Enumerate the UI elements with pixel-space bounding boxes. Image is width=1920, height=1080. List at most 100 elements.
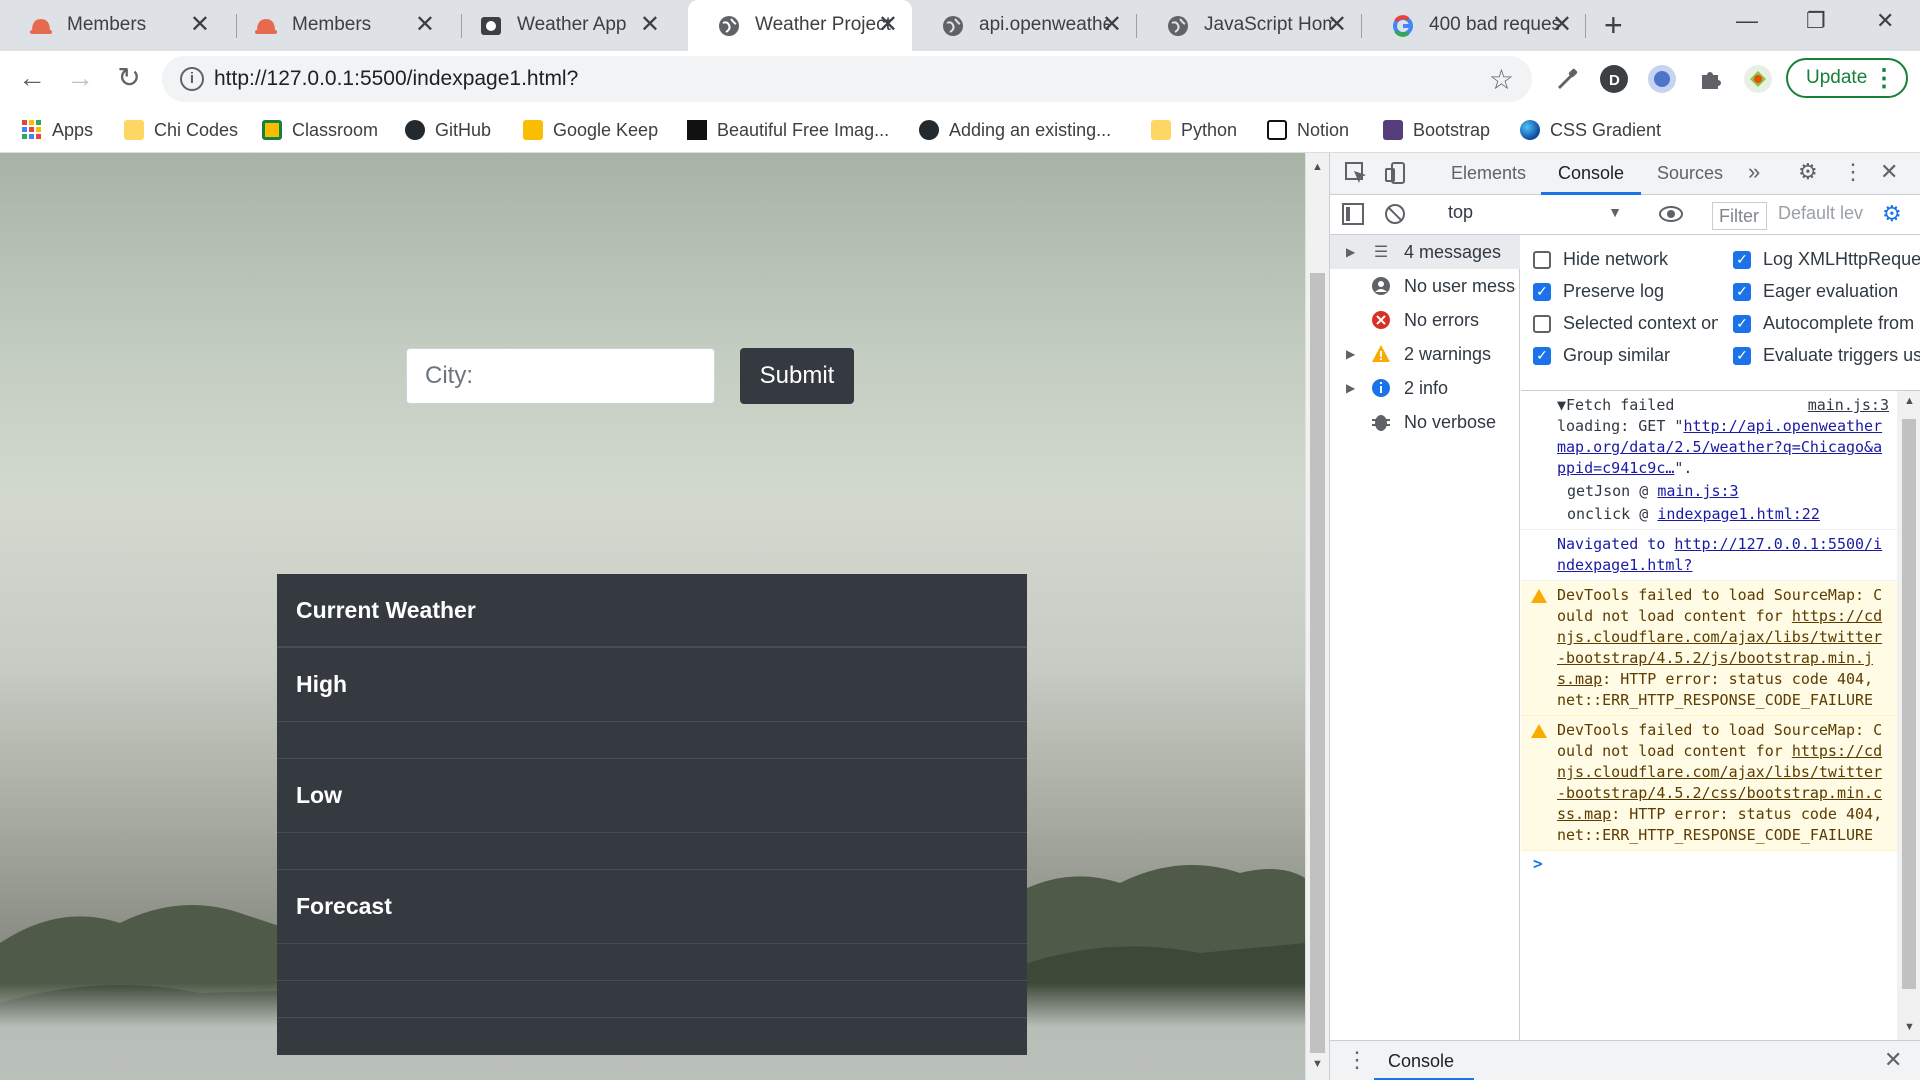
setting-log-xhr[interactable]: ✓ Log XMLHttpRequests [1733,249,1920,270]
setting-evaluate-triggers[interactable]: ✓ Evaluate triggers user activation [1733,345,1920,366]
tab-members-2[interactable]: Members ✕ [225,0,449,51]
devtools-tab-console[interactable]: Console [1558,163,1624,184]
scroll-up-icon[interactable]: ▲ [1312,161,1323,173]
close-icon[interactable]: ✕ [1327,10,1347,40]
minimize-icon[interactable]: — [1736,8,1758,34]
devtools-tab-sources[interactable]: Sources [1657,163,1723,184]
sidebar-item-user-messages[interactable]: No user messages [1330,269,1520,303]
sidebar-item-info[interactable]: ▶ 2 info [1330,371,1520,405]
expand-arrow-icon[interactable]: ▶ [1346,245,1355,259]
checkbox[interactable] [1533,250,1551,269]
scroll-down-icon[interactable]: ▼ [1312,1058,1323,1070]
bookmark-github[interactable]: GitHub [405,115,491,145]
close-icon[interactable]: ✕ [878,10,898,40]
close-icon[interactable]: ✕ [1102,10,1122,40]
stack-frame-link[interactable]: main.js:3 [1657,482,1738,500]
checkbox[interactable] [1533,314,1551,333]
console-scrollbar[interactable]: ▲ ▼ [1897,391,1920,1040]
bookmark-adding-existing[interactable]: Adding an existing... [919,115,1111,145]
submit-button[interactable]: Submit [740,348,854,404]
sidebar-item-verbose[interactable]: No verbose [1330,405,1520,439]
close-icon[interactable]: ✕ [190,10,210,40]
tab-weather-project[interactable]: Weather Project ✕ [688,0,912,51]
puzzle-extensions-icon[interactable] [1696,65,1724,93]
checkbox-checked[interactable]: ✓ [1733,314,1751,333]
sidebar-item-warnings[interactable]: ▶ 2 warnings [1330,337,1520,371]
bookmark-unsplash[interactable]: Beautiful Free Imag... [687,115,889,145]
console-settings-gear-icon[interactable]: ⚙ [1882,201,1902,227]
log-levels-dropdown[interactable]: Default levels [1778,203,1863,224]
stack-frame-link[interactable]: indexpage1.html:22 [1657,505,1820,523]
eyedropper-extension-icon[interactable] [1552,65,1580,93]
expand-arrow-icon[interactable]: ▶ [1346,347,1355,361]
update-button[interactable]: Update ⋮ [1786,58,1908,98]
setting-preserve-log[interactable]: ✓ Preserve log [1533,281,1718,302]
forward-icon[interactable]: → [64,63,96,95]
profile-avatar-icon[interactable] [1744,65,1772,93]
setting-hide-network[interactable]: Hide network [1533,249,1718,270]
address-bar[interactable]: i http://127.0.0.1:5500/indexpage1.html?… [162,56,1532,102]
bookmark-notion[interactable]: Notion [1267,115,1349,145]
close-drawer-icon[interactable]: ✕ [1884,1047,1902,1073]
drawer-tab-console[interactable]: Console [1388,1051,1454,1072]
extension-badge-icon[interactable] [1648,65,1676,93]
restore-icon[interactable]: ❐ [1806,8,1826,34]
device-toolbar-icon[interactable] [1384,161,1408,191]
bookmark-css-gradient[interactable]: CSS Gradient [1520,115,1661,145]
reload-icon[interactable]: ↻ [113,63,145,95]
close-icon[interactable]: ✕ [415,10,435,40]
sidebar-item-errors[interactable]: No errors [1330,303,1520,337]
page-scrollbar[interactable]: ▲ ▼ [1305,153,1329,1080]
devtools-tab-elements[interactable]: Elements [1451,163,1526,184]
checkbox-checked[interactable]: ✓ [1533,346,1551,365]
tab-weather-app[interactable]: Weather App ✕ [450,0,674,51]
drawer-menu-icon[interactable]: ⋮ [1346,1047,1368,1073]
close-devtools-icon[interactable]: ✕ [1880,159,1898,185]
scrollbar-thumb[interactable] [1902,419,1916,989]
setting-eager-evaluation[interactable]: ✓ Eager evaluation [1733,281,1898,302]
scroll-down-icon[interactable]: ▼ [1904,1021,1915,1033]
live-expression-eye-icon[interactable] [1658,201,1684,233]
setting-selected-context[interactable]: Selected context only [1533,313,1718,334]
log-source-link[interactable]: main.js:3 [1808,395,1889,416]
bookmark-chi-codes[interactable]: Chi Codes [124,115,238,145]
bookmark-bootstrap[interactable]: Bootstrap [1383,115,1490,145]
scroll-up-icon[interactable]: ▲ [1904,395,1915,407]
close-icon[interactable]: ✕ [640,10,660,40]
checkbox-checked[interactable]: ✓ [1733,346,1751,365]
setting-group-similar[interactable]: ✓ Group similar [1533,345,1718,366]
bookmark-google-keep[interactable]: Google Keep [523,115,658,145]
setting-autocomplete[interactable]: ✓ Autocomplete from history [1733,313,1920,334]
kebab-menu-icon[interactable]: ⋮ [1842,159,1864,185]
context-select[interactable]: top ▼ [1440,202,1628,228]
checkbox-checked[interactable]: ✓ [1733,282,1751,301]
console-prompt-icon[interactable]: > [1533,854,1543,873]
new-tab-icon[interactable]: + [1604,9,1623,41]
bookmark-python[interactable]: Python [1151,115,1237,145]
bookmark-classroom[interactable]: Classroom [262,115,378,145]
inspect-element-icon[interactable] [1344,161,1368,191]
checkbox-checked[interactable]: ✓ [1733,250,1751,269]
expand-arrow-icon[interactable]: ▶ [1346,381,1355,395]
close-icon[interactable]: ✕ [1552,10,1572,40]
bookmark-apps[interactable]: Apps [22,115,93,145]
sidebar-item-messages[interactable]: ▶ ☰ 4 messages [1330,235,1520,269]
window-close-icon[interactable]: ✕ [1876,8,1894,34]
city-input[interactable] [406,348,715,404]
log-title[interactable]: ▼Fetch failed [1557,396,1674,414]
log-fetch-failed[interactable]: ▼Fetch failed main.js:3 loading: GET "ht… [1521,391,1897,530]
d-extension-icon[interactable]: D [1600,65,1628,93]
clear-console-icon[interactable] [1384,203,1406,231]
tab-api-openweathermap[interactable]: api.openweathermap.org ✕ [912,0,1136,51]
console-prompt-row[interactable]: > [1521,851,1897,877]
info-icon[interactable]: i [180,67,204,91]
tab-members-1[interactable]: Members ✕ [0,0,224,51]
more-tabs-icon[interactable]: » [1748,159,1760,185]
tab-javascript-home[interactable]: JavaScript Home ✕ [1137,0,1361,51]
filter-input[interactable] [1712,202,1767,230]
sidebar-toggle-icon[interactable] [1342,203,1364,231]
tab-400-bad-request[interactable]: 400 bad request ✕ [1362,0,1586,51]
scrollbar-thumb[interactable] [1310,273,1325,1053]
bookmark-star-icon[interactable]: ☆ [1489,63,1514,96]
settings-gear-icon[interactable]: ⚙ [1798,159,1818,185]
